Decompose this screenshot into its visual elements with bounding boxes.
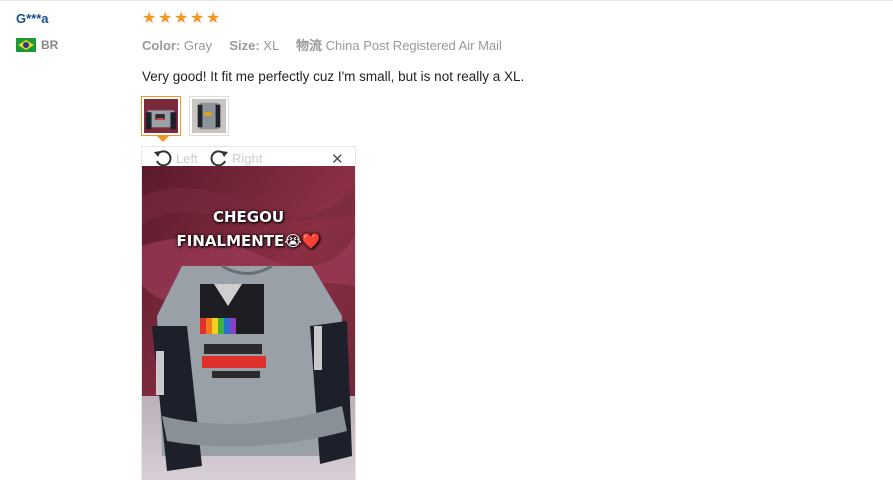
rotate-left-icon	[154, 150, 172, 167]
country-code: BR	[41, 38, 59, 52]
rotate-right-label: Right	[232, 150, 263, 166]
color-value: Gray	[183, 38, 213, 53]
size-label: Size:	[229, 38, 260, 53]
brazil-flag-icon	[16, 38, 36, 52]
review-text: Very good! It fit me perfectly cuz I'm s…	[142, 69, 525, 84]
star-icon: ★	[142, 10, 157, 27]
top-divider	[0, 0, 893, 1]
photo-caption-line-1: CHEGOU	[212, 208, 285, 226]
order-attributes: Color: Gray Size: XL 物流 China Post Regis…	[142, 35, 502, 54]
photo-caption-line-2: FINALMENTE😭❤️	[176, 232, 321, 250]
review-photo: CHEGOU FINALMENTE😭❤️	[142, 166, 355, 480]
color-label: Color:	[142, 38, 181, 53]
size-value: XL	[263, 38, 279, 53]
rotate-right-icon	[210, 150, 228, 167]
review-photo-thumbnail-1[interactable]	[141, 96, 181, 136]
star-icon: ★	[190, 10, 205, 27]
photo-thumbnail-image	[192, 99, 226, 133]
rotate-right-button[interactable]: Right	[208, 148, 262, 168]
rotate-left-label: Left	[176, 150, 198, 166]
star-rating: ★ ★ ★ ★ ★	[142, 10, 221, 28]
star-icon: ★	[158, 10, 173, 27]
shipping-label: 物流	[295, 38, 322, 53]
shipping-value: China Post Registered Air Mail	[325, 38, 502, 53]
review-photo-thumbnail-2[interactable]	[189, 96, 229, 136]
selected-thumbnail-caret	[157, 136, 169, 142]
star-icon: ★	[174, 10, 189, 27]
reviewer-country: BR	[16, 38, 58, 52]
reviewer-name[interactable]: G***a	[16, 11, 49, 26]
star-icon: ★	[206, 10, 221, 27]
rotate-left-button[interactable]: Left	[152, 148, 198, 168]
photo-thumbnail-image	[144, 99, 178, 133]
